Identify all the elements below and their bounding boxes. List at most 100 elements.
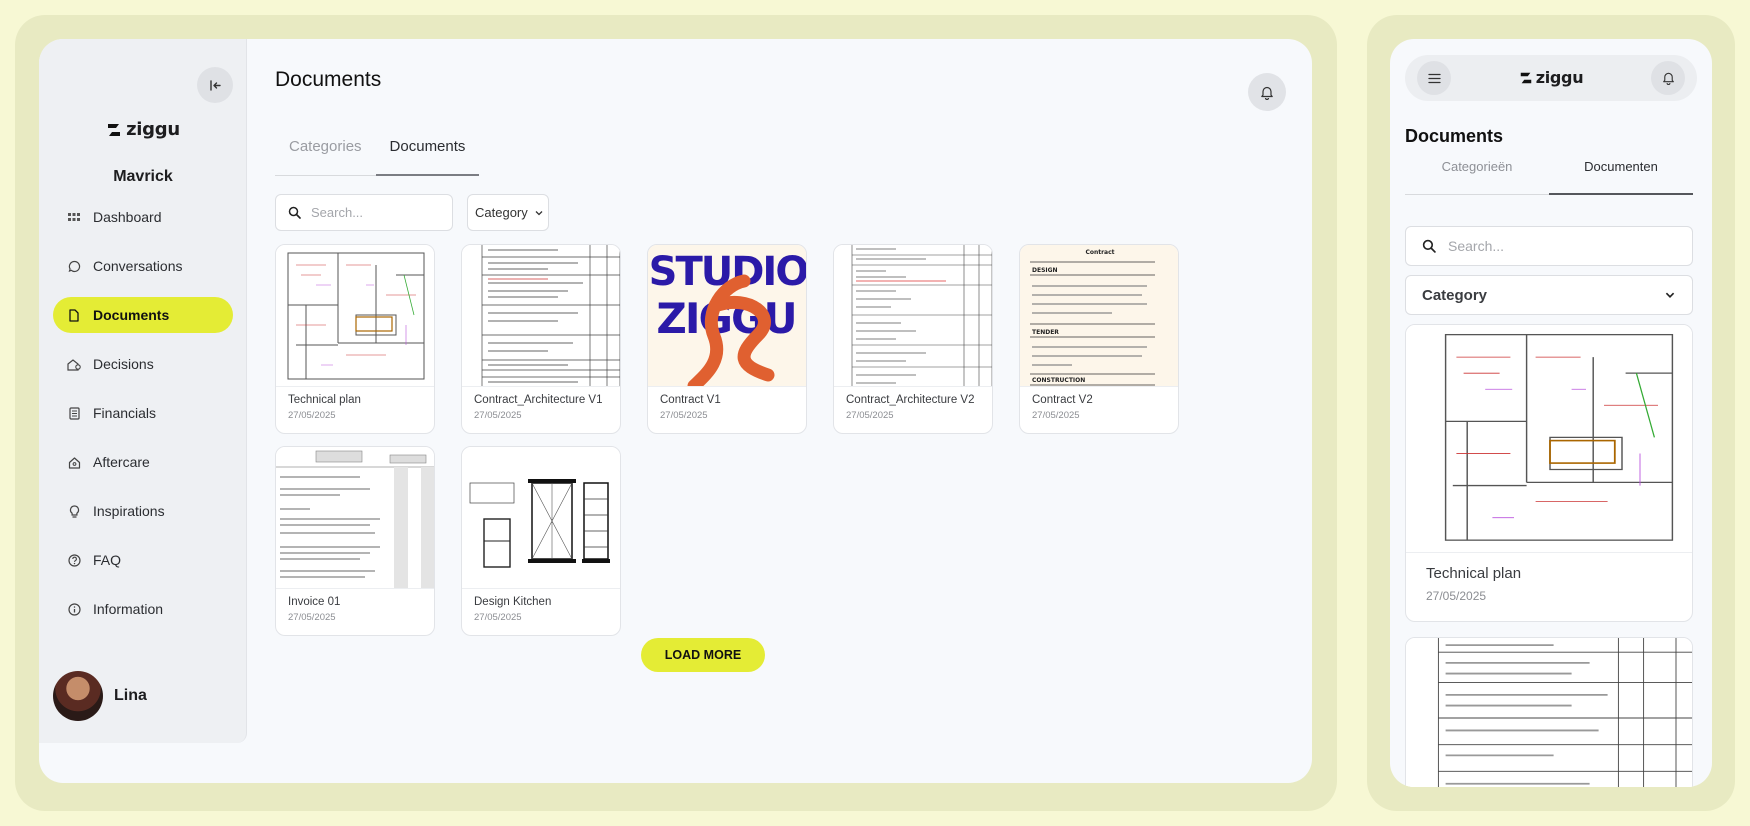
- receipt-icon: [67, 406, 81, 420]
- tab-documents[interactable]: Documenten: [1549, 159, 1693, 195]
- project-name: Mavrick: [113, 168, 173, 185]
- document-card[interactable]: Technical plan 27/05/2025: [1405, 324, 1693, 622]
- contract-section-tender: TENDER: [1032, 329, 1059, 336]
- document-thumbnail: [276, 447, 434, 589]
- notifications-button[interactable]: [1651, 61, 1685, 95]
- mobile-screen: ziggu Documents Categorieën Documenten C…: [1390, 39, 1712, 787]
- document-date: 27/05/2025: [474, 612, 522, 623]
- sidebar-item-information[interactable]: Information: [53, 591, 233, 627]
- search-icon: [288, 206, 301, 219]
- sidebar-item-inspirations[interactable]: Inspirations: [53, 493, 233, 529]
- sidebar-item-label: Inspirations: [93, 503, 165, 519]
- document-thumbnail: [1406, 325, 1692, 553]
- document-card[interactable]: Contract DESIGN TENDER CONSTRUCTION Cont…: [1019, 244, 1179, 434]
- document-card[interactable]: STUDIO ZIGGU Contract V1 27/05/2025: [647, 244, 807, 434]
- search-input[interactable]: [311, 205, 431, 220]
- category-select[interactable]: Category: [1405, 275, 1693, 315]
- bulb-icon: [67, 504, 81, 518]
- sidebar-item-conversations[interactable]: Conversations: [53, 248, 233, 284]
- collapse-icon: [209, 79, 221, 91]
- sidebar-item-label: Decisions: [93, 356, 154, 372]
- document-card[interactable]: Contract_Architecture V2 27/05/2025: [833, 244, 993, 434]
- search-box: [1405, 226, 1693, 266]
- tab-bar: Categories Documents: [275, 138, 480, 176]
- category-select-value: Category: [475, 205, 528, 220]
- load-more-button[interactable]: LOAD MORE: [641, 638, 765, 672]
- search-input[interactable]: [1448, 238, 1648, 254]
- search-icon: [1422, 239, 1436, 253]
- sidebar-item-faq[interactable]: FAQ: [53, 542, 233, 578]
- tab-categories[interactable]: Categorieën: [1405, 159, 1549, 195]
- tab-categories[interactable]: Categories: [275, 138, 376, 176]
- document-title: Contract_Architecture V2: [846, 394, 975, 406]
- user-profile[interactable]: Lina: [53, 671, 147, 721]
- tab-documents[interactable]: Documents: [375, 138, 480, 176]
- sidebar-item-label: Financials: [93, 405, 157, 421]
- document-icon: [67, 308, 81, 322]
- sidebar-item-label: Aftercare: [93, 454, 150, 470]
- decision-icon: [67, 357, 81, 371]
- desktop-window: ziggu Mavrick Dashboard Conversations Do…: [39, 39, 1312, 783]
- contract-section-construction: CONSTRUCTION: [1032, 377, 1085, 384]
- document-thumbnail: STUDIO ZIGGU: [648, 245, 806, 387]
- grid-icon: [67, 210, 81, 224]
- document-date: 27/05/2025: [474, 410, 522, 421]
- category-select[interactable]: Category: [467, 194, 549, 231]
- sidebar-item-label: Dashboard: [93, 209, 162, 225]
- document-date: 27/05/2025: [846, 410, 894, 421]
- sidebar-item-decisions[interactable]: Decisions: [53, 346, 233, 382]
- document-card[interactable]: Contract_Architecture V1 27/05/2025: [461, 244, 621, 434]
- document-thumbnail: [462, 447, 620, 589]
- sidebar-item-label: Documents: [93, 307, 170, 323]
- document-card[interactable]: Design Kitchen 27/05/2025: [461, 446, 621, 636]
- document-thumbnail: Contract DESIGN TENDER CONSTRUCTION: [1020, 245, 1178, 387]
- mobile-frame: ziggu Documents Categorieën Documenten C…: [1367, 15, 1735, 811]
- document-card[interactable]: Technical plan 27/05/2025: [275, 244, 435, 434]
- document-title: Technical plan: [288, 394, 361, 406]
- document-thumbnail: [834, 245, 992, 387]
- sidebar-item-aftercare[interactable]: Aftercare: [53, 444, 233, 480]
- sidebar-item-financials[interactable]: Financials: [53, 395, 233, 431]
- logo-mark-icon: [108, 123, 121, 136]
- sidebar-item-label: Conversations: [93, 258, 183, 274]
- sidebar-nav: Dashboard Conversations Documents Decisi…: [53, 199, 233, 640]
- mobile-top-bar: ziggu: [1405, 55, 1697, 101]
- notifications-button[interactable]: [1248, 73, 1286, 111]
- avatar: [53, 671, 103, 721]
- sidebar: ziggu Mavrick Dashboard Conversations Do…: [39, 39, 247, 743]
- bell-icon: [1261, 86, 1273, 100]
- user-name: Lina: [114, 687, 147, 704]
- collapse-sidebar-button[interactable]: [197, 67, 233, 103]
- document-thumbnail: [462, 245, 620, 387]
- info-icon: [67, 602, 81, 616]
- search-box: [275, 194, 453, 231]
- document-title: Technical plan: [1426, 565, 1522, 582]
- document-date: 27/05/2025: [1426, 589, 1487, 603]
- document-date: 27/05/2025: [1032, 410, 1080, 421]
- document-title: Contract_Architecture V1: [474, 394, 603, 406]
- tab-bar: Categorieën Documenten: [1405, 159, 1693, 195]
- category-select-value: Category: [1422, 286, 1488, 304]
- sidebar-item-label: Information: [93, 601, 164, 617]
- document-date: 27/05/2025: [288, 410, 336, 421]
- logo-mark-icon: [1520, 72, 1531, 83]
- sidebar-item-label: FAQ: [93, 552, 122, 568]
- contract-heading: Contract: [1085, 249, 1114, 256]
- document-title: Design Kitchen: [474, 596, 552, 608]
- desktop-frame: ziggu Mavrick Dashboard Conversations Do…: [15, 15, 1337, 811]
- sidebar-item-documents[interactable]: Documents: [53, 297, 233, 333]
- page-title: Documents: [1405, 126, 1504, 146]
- logo-text: ziggu: [126, 119, 180, 140]
- page-title: Documents: [275, 68, 382, 91]
- document-date: 27/05/2025: [660, 410, 708, 421]
- document-thumbnail: [1406, 638, 1692, 787]
- logo: ziggu: [39, 119, 247, 140]
- chevron-down-icon: [535, 210, 543, 215]
- sidebar-item-dashboard[interactable]: Dashboard: [53, 199, 233, 235]
- document-card[interactable]: [1405, 637, 1693, 787]
- bell-icon: [1662, 72, 1674, 85]
- chevron-down-icon: [1665, 292, 1675, 298]
- document-title: Contract V2: [1032, 394, 1093, 406]
- document-thumbnail: [276, 245, 434, 387]
- document-card[interactable]: Invoice 01 27/05/2025: [275, 446, 435, 636]
